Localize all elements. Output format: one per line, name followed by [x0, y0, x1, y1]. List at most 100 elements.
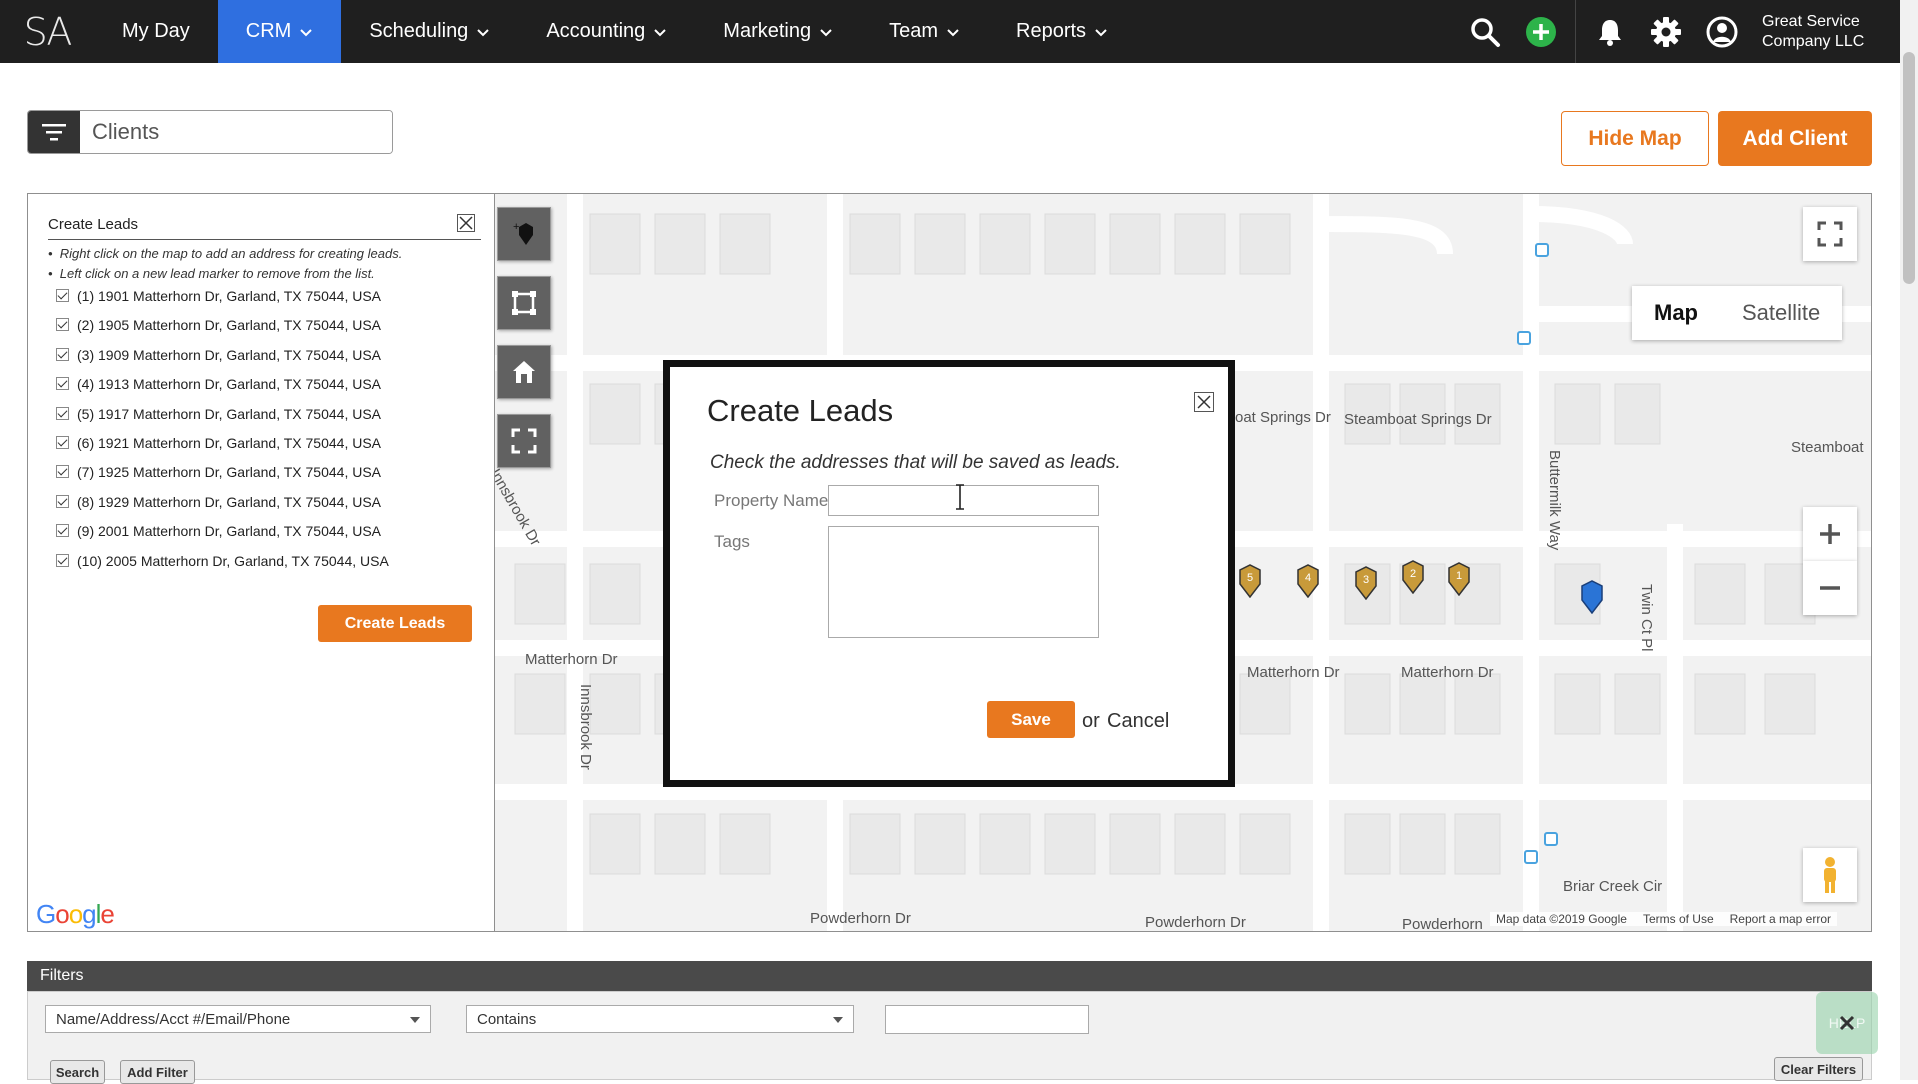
company-name[interactable]: Great Service Company LLC: [1750, 12, 1900, 52]
nav-scheduling[interactable]: Scheduling: [341, 0, 518, 63]
filter-field-select[interactable]: Name/Address/Acct #/Email/Phone: [45, 1005, 431, 1033]
chevron-down-icon: [654, 28, 666, 36]
address-checkbox[interactable]: [56, 524, 69, 538]
lead-marker-label: 2: [1410, 568, 1416, 580]
filter-operator-value: Contains: [477, 1010, 537, 1028]
address-checkbox[interactable]: [56, 347, 69, 361]
current-location-marker[interactable]: [1579, 580, 1605, 614]
terms-of-use-link[interactable]: Terms of Use: [1643, 912, 1714, 926]
client-type-input[interactable]: [80, 111, 392, 153]
nav-marketing[interactable]: Marketing: [695, 0, 861, 63]
fullscreen-button[interactable]: [1803, 207, 1857, 261]
nav-crm[interactable]: CRM: [217, 0, 342, 63]
cancel-link[interactable]: Cancel: [1107, 710, 1169, 733]
zoom-out-button[interactable]: [1803, 561, 1857, 615]
lead-marker[interactable]: 5: [1237, 564, 1263, 598]
search-button[interactable]: Search: [50, 1060, 105, 1084]
help-widget[interactable]: HELP: [1816, 992, 1878, 1054]
filter-operator-select[interactable]: Contains: [466, 1005, 854, 1033]
select-area-icon: [512, 291, 536, 315]
panel-divider: [48, 239, 481, 240]
filter-icon: [42, 124, 66, 141]
plus-circle-icon: [1526, 16, 1556, 47]
tags-input[interactable]: [828, 526, 1099, 638]
lead-marker[interactable]: 4: [1295, 564, 1321, 598]
nav-label: Reports: [1016, 20, 1087, 42]
home-tool-button[interactable]: [497, 345, 551, 399]
lead-marker[interactable]: 1: [1446, 562, 1472, 596]
street-label: Matterhorn Dr: [1401, 664, 1494, 681]
hide-map-button[interactable]: Hide Map: [1561, 111, 1709, 166]
add-client-button[interactable]: Add Client: [1718, 111, 1872, 166]
address-checkbox[interactable]: [56, 318, 69, 332]
address-checkbox[interactable]: [56, 406, 69, 420]
address-checkbox[interactable]: [56, 377, 69, 391]
add-filter-button[interactable]: Add Filter: [120, 1060, 195, 1084]
nav-actions: Great Service Company LLC: [1457, 0, 1900, 63]
bus-stop-icon[interactable]: [1535, 243, 1549, 257]
property-name-label: Property Name: [714, 491, 829, 510]
street-label: Briar Creek Cir: [1563, 878, 1663, 895]
panel-close-button[interactable]: [457, 214, 475, 232]
map-attribution: Map data ©2019 Google Terms of Use Repor…: [1490, 912, 1837, 926]
google-logo[interactable]: Google: [36, 899, 115, 930]
lead-marker-label: 5: [1247, 572, 1253, 584]
notifications-button[interactable]: [1582, 0, 1638, 63]
address-checkbox[interactable]: [56, 435, 69, 449]
nav-reports[interactable]: Reports: [988, 0, 1136, 63]
street-label: Steamboat: [1791, 439, 1864, 456]
filter-value-input[interactable]: [885, 1005, 1089, 1034]
address-text: (10) 2005 Matterhorn Dr, Garland, TX 750…: [77, 552, 389, 569]
nav-accounting[interactable]: Accounting: [518, 0, 695, 63]
fit-bounds-tool-button[interactable]: [497, 414, 551, 468]
map-data-credit: Map data ©2019 Google: [1496, 912, 1627, 926]
zoom-in-button[interactable]: [1803, 507, 1857, 561]
bus-stop-icon[interactable]: [1544, 832, 1558, 846]
nav-label: Marketing: [723, 20, 812, 42]
fullscreen-icon: [1817, 221, 1843, 247]
expand-icon: [511, 428, 537, 454]
scrollbar-thumb[interactable]: [1903, 52, 1915, 284]
search-button[interactable]: [1457, 0, 1513, 63]
save-button[interactable]: Save: [987, 701, 1075, 738]
company-line-1: Great Service: [1762, 12, 1860, 30]
pegman-icon: [1824, 857, 1836, 893]
dialog-close-button[interactable]: [1194, 392, 1214, 412]
nav-my-day[interactable]: My Day: [94, 0, 218, 63]
plus-icon: [1820, 524, 1840, 544]
clear-filters-button[interactable]: Clear Filters: [1774, 1057, 1863, 1081]
lead-marker-label: 1: [1456, 570, 1462, 582]
or-text: or: [1082, 710, 1100, 732]
lead-marker[interactable]: 2: [1400, 560, 1426, 594]
settings-button[interactable]: [1638, 0, 1694, 63]
quick-add-button[interactable]: [1513, 0, 1569, 63]
map-type-satellite[interactable]: Satellite: [1720, 286, 1842, 340]
user-circle-icon: [1706, 16, 1738, 47]
address-checkbox[interactable]: [56, 289, 69, 302]
lead-marker[interactable]: 3: [1353, 566, 1379, 600]
map-type-map[interactable]: Map: [1632, 286, 1720, 340]
street-label: Powderhorn: [1402, 916, 1483, 932]
nav-team[interactable]: Team: [861, 0, 988, 63]
profile-button[interactable]: [1694, 0, 1750, 63]
select-area-tool-button[interactable]: [497, 276, 551, 330]
app-logo[interactable]: SA: [0, 0, 94, 63]
address-checkbox[interactable]: [56, 494, 69, 508]
dropdown-caret-icon: [410, 1017, 420, 1023]
create-leads-dialog: Create Leads Check the addresses that wi…: [663, 360, 1235, 787]
filter-menu-button[interactable]: [28, 111, 80, 153]
home-icon: [513, 361, 535, 383]
address-item: (6) 1921 Matterhorn Dr, Garland, TX 7504…: [56, 435, 389, 464]
address-checkbox[interactable]: [56, 465, 69, 479]
create-leads-button[interactable]: Create Leads: [318, 605, 472, 642]
bus-stop-icon[interactable]: [1517, 331, 1531, 345]
bus-stop-icon[interactable]: [1524, 850, 1538, 864]
address-item: (10) 2005 Matterhorn Dr, Garland, TX 750…: [56, 553, 389, 582]
add-lead-tool-button[interactable]: +: [497, 207, 551, 261]
hint-text: Right click on the map to add an address…: [59, 246, 403, 261]
address-checkbox[interactable]: [56, 553, 69, 567]
street-view-button[interactable]: [1803, 848, 1857, 902]
nav-label: My Day: [122, 20, 190, 42]
report-map-error-link[interactable]: Report a map error: [1730, 912, 1831, 926]
svg-text:+: +: [513, 221, 519, 233]
